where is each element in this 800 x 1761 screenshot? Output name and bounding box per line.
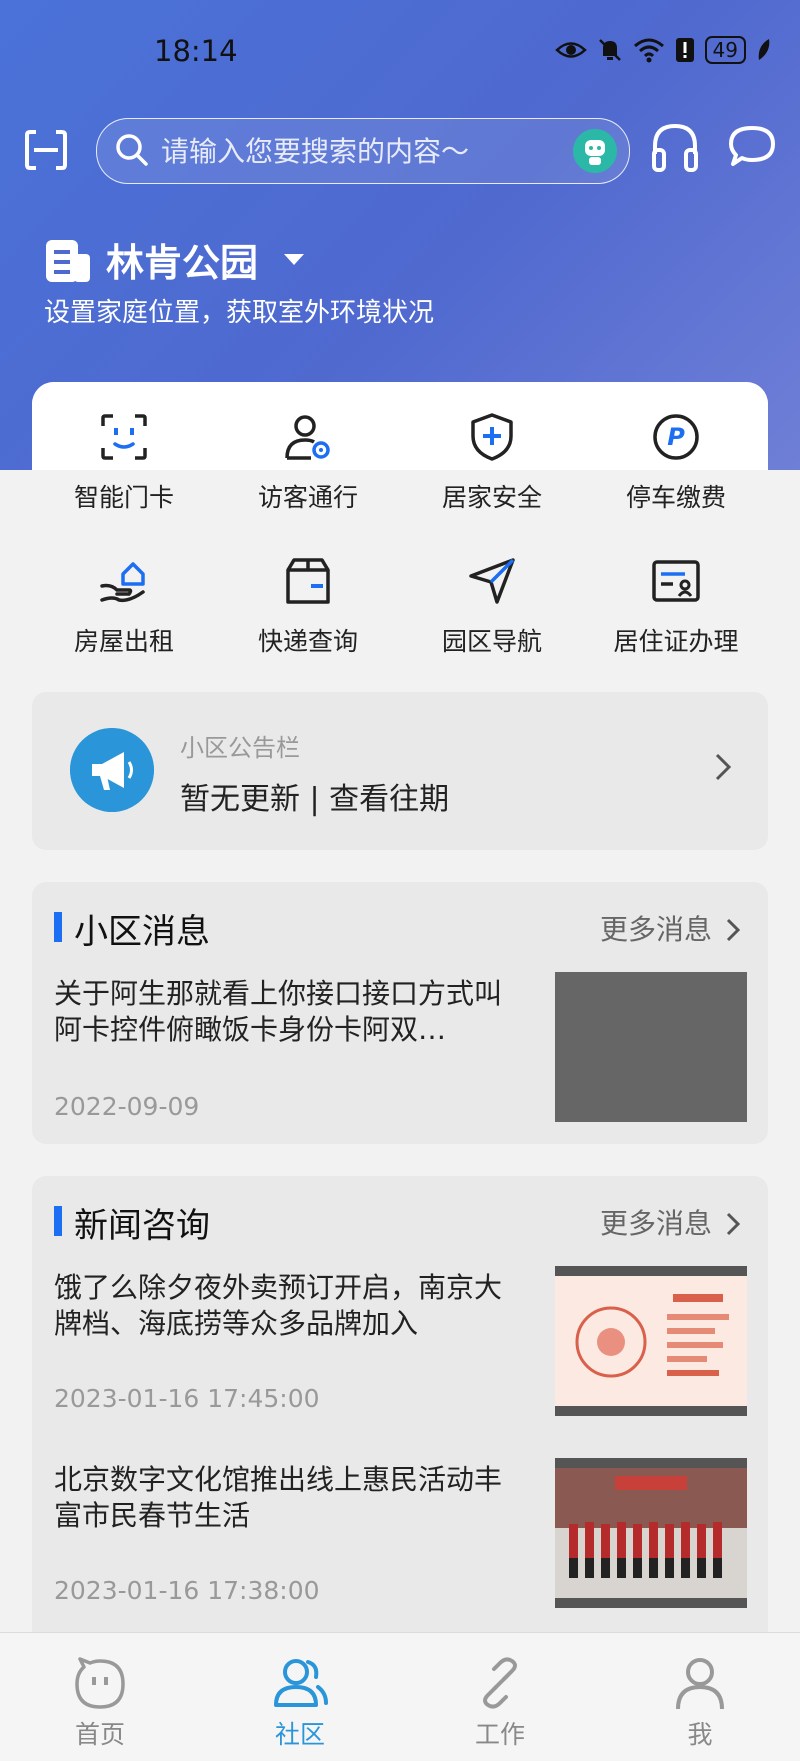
mute-bell-icon [598, 39, 621, 61]
service-label: 停车缴费 [625, 483, 726, 512]
news-item-date: 2022-09-09 [54, 1092, 200, 1121]
menu-icon[interactable] [24, 128, 68, 172]
tab-label: 社区 [274, 1720, 325, 1749]
tab-work[interactable]: 工作 [400, 1633, 600, 1761]
shield-plus-icon [471, 413, 513, 461]
leaf-icon [758, 39, 770, 60]
news-item-date: 2023-01-16 17:38:00 [54, 1576, 320, 1605]
section-title: 小区消息 [74, 912, 210, 952]
service-label: 访客通行 [257, 483, 358, 512]
wifi-icon [633, 38, 664, 63]
home-face-icon [75, 1657, 125, 1709]
tab-community[interactable]: 社区 [200, 1633, 400, 1761]
status-time: 18:14 [154, 34, 238, 68]
status-icons: 49 [554, 36, 772, 64]
chat-icon[interactable] [728, 124, 776, 170]
house-hand-icon [100, 562, 145, 603]
service-label: 居住证办理 [613, 627, 739, 656]
alert-icon [675, 38, 694, 62]
status-bar: 18:14 49 [0, 0, 800, 100]
bottom-tab-bar: 首页 社区 工作 我 [0, 1632, 800, 1761]
battery-indicator: 49 [704, 36, 746, 64]
service-smart-door-card[interactable]: 智能门卡 [32, 382, 216, 522]
service-label: 居家安全 [441, 483, 542, 512]
location-subtitle[interactable]: 设置家庭位置，获取室外环境状况 [44, 292, 434, 329]
service-label: 快递查询 [257, 627, 358, 656]
top-bar [0, 112, 800, 188]
search-bar[interactable] [96, 118, 630, 184]
service-label: 房屋出租 [73, 627, 174, 656]
chevron-right-icon[interactable] [726, 918, 740, 942]
notice-board[interactable]: 小区公告栏 暂无更新 | 查看往期 [32, 692, 768, 850]
headset-icon[interactable] [650, 122, 700, 174]
notice-text[interactable]: 暂无更新 | 查看往期 [180, 774, 449, 818]
tab-me[interactable]: 我 [600, 1633, 800, 1761]
tab-label: 工作 [474, 1720, 525, 1749]
id-card-icon [652, 560, 700, 602]
service-visitor-pass[interactable]: 访客通行 [216, 382, 400, 522]
person-icon [676, 1658, 724, 1710]
tab-label: 我 [687, 1720, 713, 1749]
community-icon [274, 1659, 328, 1707]
services-panel: 智能门卡 访客通行 居家安全 P 停车缴费 房屋出租 快递查询 园区导航 居住证… [32, 382, 768, 692]
robot-assistant-icon[interactable] [573, 129, 617, 173]
news-thumbnail-infographic[interactable] [555, 1266, 747, 1416]
caret-down-icon[interactable] [284, 254, 304, 265]
chevron-right-icon[interactable] [714, 752, 732, 782]
section-accent-bar [54, 1206, 62, 1236]
svg-text:P: P [667, 423, 685, 451]
more-news-link[interactable]: 更多消息 [600, 1202, 712, 1242]
service-label: 智能门卡 [73, 483, 174, 512]
service-home-security[interactable]: 居家安全 [400, 382, 584, 522]
search-input[interactable] [159, 119, 563, 183]
eye-icon [554, 42, 587, 58]
news-item-title[interactable]: 关于阿生那就看上你接口接口方式叫阿卡控件俯瞰饭卡身份卡阿双… [54, 976, 524, 1048]
service-house-rental[interactable]: 房屋出租 [32, 526, 216, 666]
building-icon [46, 240, 90, 282]
face-scan-icon [101, 414, 147, 460]
news-item-title[interactable]: 饿了么除夕夜外卖预订开启，南京大牌档、海底捞等众多品牌加入 [54, 1270, 524, 1342]
news-thumbnail-photo[interactable] [555, 1458, 747, 1608]
service-label: 园区导航 [441, 627, 542, 656]
section-accent-bar [54, 912, 62, 942]
news-card: 新闻咨询 更多消息 饿了么除夕夜外卖预订开启，南京大牌档、海底捞等众多品牌加入 … [32, 1176, 768, 1646]
news-thumbnail-placeholder[interactable] [555, 972, 747, 1122]
news-item-date: 2023-01-16 17:45:00 [54, 1384, 320, 1413]
more-news-link[interactable]: 更多消息 [600, 908, 712, 948]
search-icon [116, 134, 148, 166]
news-item-title[interactable]: 北京数字文化馆推出线上惠民活动丰富市民春节生活 [54, 1462, 524, 1534]
service-parking-payment[interactable]: P 停车缴费 [584, 382, 768, 522]
tab-label: 首页 [74, 1720, 125, 1749]
package-icon [286, 558, 330, 604]
service-residence-permit[interactable]: 居住证办理 [584, 526, 768, 666]
tab-home[interactable]: 首页 [0, 1633, 200, 1761]
service-park-navigation[interactable]: 园区导航 [400, 526, 584, 666]
location-name[interactable]: 林肯公园 [106, 232, 258, 287]
link-icon [483, 1657, 517, 1709]
chevron-right-icon[interactable] [726, 1212, 740, 1236]
service-express-query[interactable]: 快递查询 [216, 526, 400, 666]
section-title: 新闻咨询 [74, 1206, 210, 1246]
visitor-icon [285, 415, 330, 460]
parking-icon: P [653, 414, 699, 460]
megaphone-icon [70, 728, 154, 812]
community-news-card: 小区消息 更多消息 关于阿生那就看上你接口接口方式叫阿卡控件俯瞰饭卡身份卡阿双…… [32, 882, 768, 1144]
navigation-icon [469, 558, 515, 604]
notice-title: 小区公告栏 [180, 734, 300, 762]
